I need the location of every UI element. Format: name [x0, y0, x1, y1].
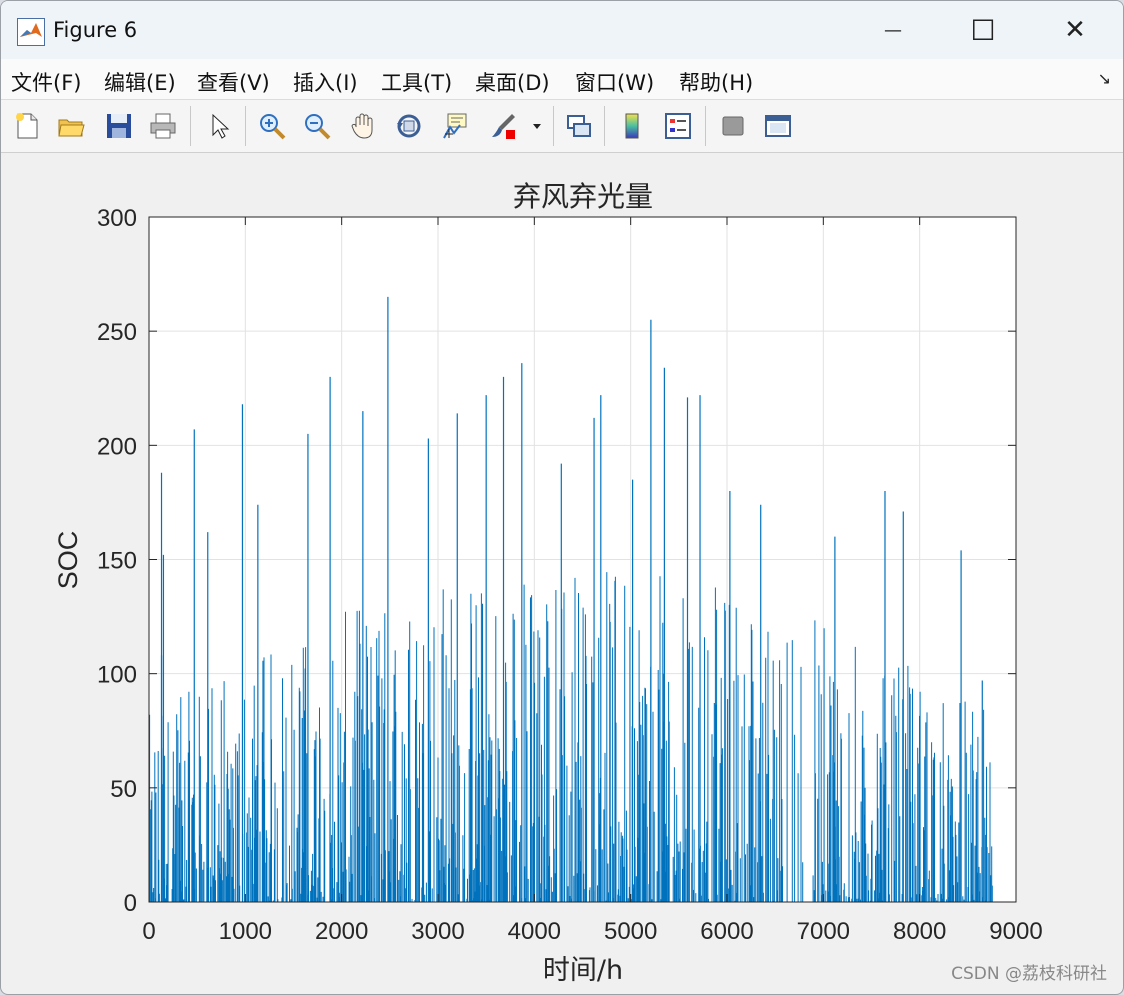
x-tick-label: 1000	[219, 918, 272, 945]
x-tick-label: 3000	[411, 918, 464, 945]
x-tick-label: 2000	[315, 918, 368, 945]
x-tick-label: 6000	[700, 918, 753, 945]
y-tick-label: 50	[110, 776, 137, 803]
x-tick-label: 7000	[797, 918, 850, 945]
x-tick-label: 5000	[604, 918, 657, 945]
x-tick-label: 0	[142, 918, 155, 945]
x-axis-label: 时间/h	[543, 955, 623, 986]
x-tick-label: 8000	[893, 918, 946, 945]
watermark: CSDN @荔枝科研社	[951, 964, 1107, 984]
y-tick-label: 250	[97, 319, 137, 346]
y-tick-label: 200	[97, 433, 137, 460]
chart-figure: 0 1000 2000 3000 4000 5000 6000 7000 8000 9000 0 5…	[53, 180, 1043, 986]
y-tick-label: 0	[124, 890, 137, 917]
x-tick-labels: 0 1000 2000 3000 4000 5000 6000 7000 8000 9000	[142, 918, 1042, 945]
x-tick-label: 4000	[508, 918, 561, 945]
y-tick-label: 100	[97, 662, 137, 689]
chart-title: 弃风弃光量	[513, 180, 653, 213]
figure-window: Figure 6 — ☐ ✕ 文件(F) 编辑(E) 查看(V) 插入(I) 工…	[0, 0, 1124, 995]
y-tick-labels: 0 50 100 150 200 250 300	[97, 205, 137, 917]
y-tick-label: 150	[97, 548, 137, 575]
x-tick-label: 9000	[989, 918, 1042, 945]
y-axis-label: SOC	[53, 531, 83, 590]
y-tick-label: 300	[97, 205, 137, 232]
